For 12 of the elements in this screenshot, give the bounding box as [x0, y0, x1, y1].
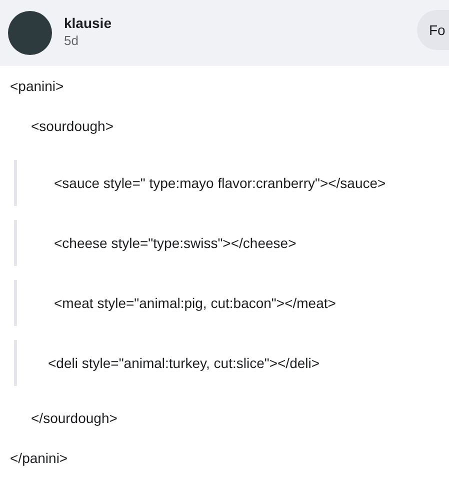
- code-line: <panini>: [10, 78, 64, 94]
- code-line: </panini>: [10, 450, 68, 466]
- code-line: <cheese style="type:swiss"></cheese>: [54, 235, 296, 251]
- code-line: <deli style="animal:turkey, cut:slice"></deli>: [48, 355, 320, 371]
- code-line: <sauce style=" type:mayo flavor:cranberry"></sauce>: [54, 175, 386, 191]
- follow-button[interactable]: Fo: [417, 10, 449, 50]
- post-time[interactable]: 5d: [64, 32, 112, 48]
- username[interactable]: klausie: [64, 14, 112, 30]
- code-line: </sourdough>: [31, 410, 118, 426]
- code-line: <sourdough>: [31, 118, 114, 134]
- code-line: <meat style="animal:pig, cut:bacon"></meat>: [54, 295, 336, 311]
- avatar[interactable]: [8, 11, 52, 55]
